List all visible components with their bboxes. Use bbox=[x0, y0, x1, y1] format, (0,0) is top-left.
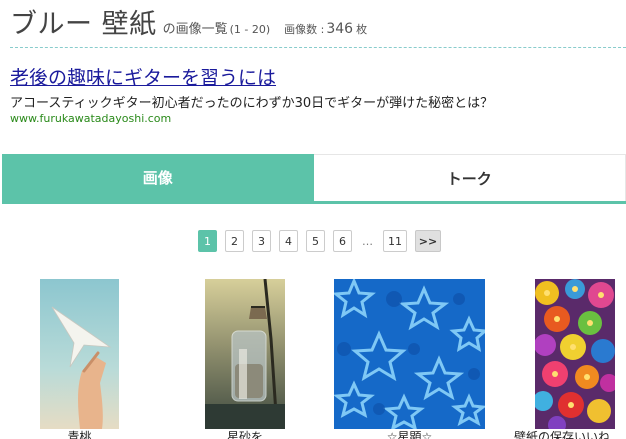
image-caption-3[interactable]: ☆星顕☆ bbox=[334, 428, 485, 439]
pagination-ellipsis: … bbox=[362, 234, 373, 248]
tab-images[interactable]: 画像 bbox=[2, 154, 314, 201]
image-caption-4[interactable]: 壁紙の保存いいね bbox=[500, 428, 624, 439]
sponsored-ad: 老後の趣味にギターを習うには アコースティックギター初心者だったのにわずか30日… bbox=[10, 65, 620, 125]
content-tabs: 画像 トーク bbox=[2, 154, 626, 204]
glass-bottle-image bbox=[205, 279, 285, 429]
image-count-label: 画像数 : bbox=[284, 23, 325, 36]
ad-url[interactable]: www.furukawatadayoshi.com bbox=[10, 112, 620, 125]
page-last-button[interactable]: 11 bbox=[383, 230, 407, 252]
image-count-value: 346 bbox=[326, 21, 354, 37]
result-range: (1 - 20) bbox=[229, 23, 271, 36]
header-divider bbox=[10, 47, 626, 48]
image-count-unit: 枚 bbox=[356, 23, 368, 36]
page-title: ブルー 壁紙 bbox=[10, 9, 157, 40]
blue-stars-image bbox=[334, 279, 485, 429]
page-6-button[interactable]: 6 bbox=[333, 230, 352, 252]
ad-description: アコースティックギター初心者だったのにわずか30日でギターが弾けた秘密とは？ bbox=[10, 96, 494, 111]
page-1-button[interactable]: 1 bbox=[198, 230, 217, 252]
tab-talk[interactable]: トーク bbox=[313, 154, 626, 201]
paper-airplane-image bbox=[40, 279, 119, 429]
page-subtitle: の画像一覧 bbox=[162, 22, 228, 37]
next-page-button[interactable]: >> bbox=[415, 230, 441, 252]
image-thumbnail-2[interactable] bbox=[205, 279, 285, 429]
page-5-button[interactable]: 5 bbox=[306, 230, 325, 252]
ad-title-link[interactable]: 老後の趣味にギターを習うには bbox=[10, 65, 620, 91]
image-caption-1[interactable]: 青桃 bbox=[40, 428, 119, 439]
page-2-button[interactable]: 2 bbox=[225, 230, 244, 252]
image-thumbnail-4[interactable] bbox=[535, 279, 615, 429]
image-thumbnail-1[interactable] bbox=[40, 279, 119, 429]
colorful-flowers-image bbox=[535, 279, 615, 429]
page-3-button[interactable]: 3 bbox=[252, 230, 271, 252]
page-header: ブルー 壁紙 の画像一覧 (1 - 20) 画像数 : 346 枚 bbox=[10, 2, 367, 42]
page-4-button[interactable]: 4 bbox=[279, 230, 298, 252]
image-thumbnail-3[interactable] bbox=[334, 279, 485, 429]
image-caption-2[interactable]: 星砂を bbox=[195, 428, 295, 439]
pagination: 1 2 3 4 5 6 … 11 >> bbox=[198, 230, 441, 252]
